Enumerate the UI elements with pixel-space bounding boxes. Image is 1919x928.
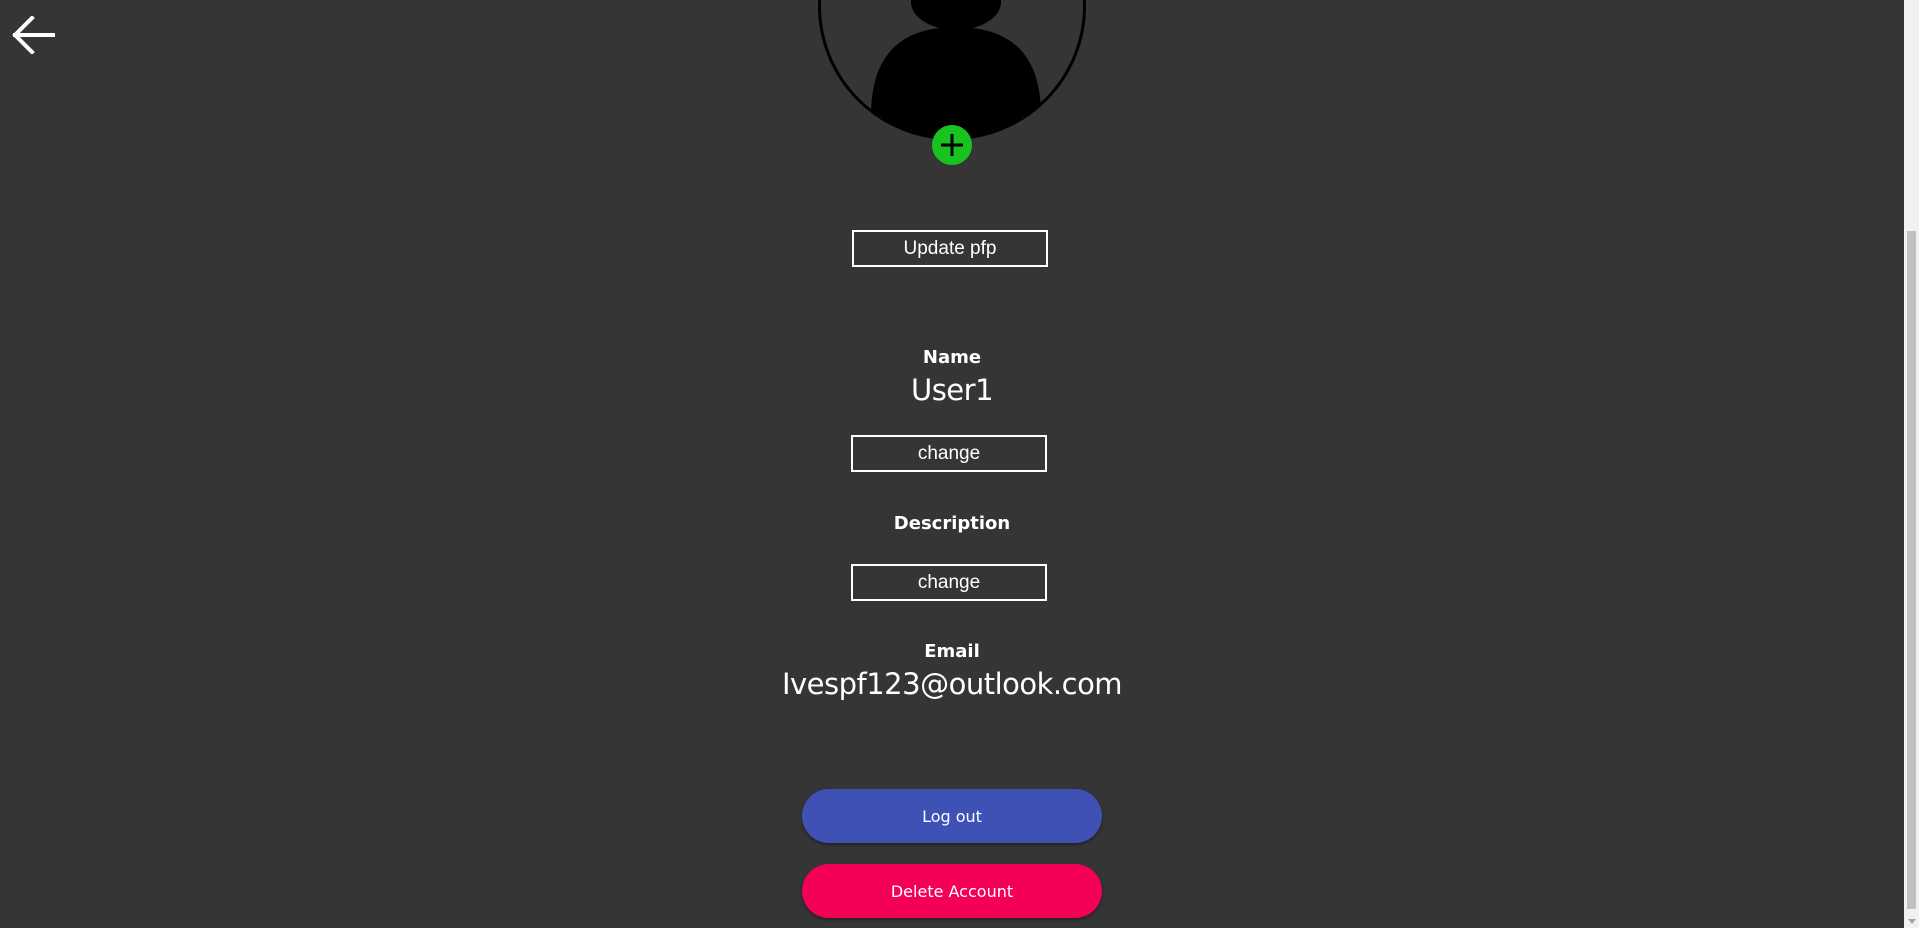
name-label: Name	[922, 347, 982, 368]
logout-button[interactable]: Log out	[802, 789, 1102, 843]
back-button[interactable]	[12, 15, 56, 55]
arrow-left-icon	[12, 15, 55, 55]
user-silhouette-icon	[871, 0, 1041, 137]
update-pfp-button[interactable]: Update pfp	[852, 230, 1048, 267]
change-description-button[interactable]: change	[851, 564, 1047, 601]
name-value: User1	[910, 373, 994, 407]
email-label: Email	[924, 641, 980, 662]
description-label: Description	[893, 513, 1011, 534]
scroll-down-icon[interactable]	[1908, 919, 1916, 924]
profile-page: Update pfp Name User1 change Description…	[0, 0, 1919, 928]
delete-account-button[interactable]: Delete Account	[802, 864, 1102, 918]
scrollbar-thumb[interactable]	[1907, 231, 1916, 909]
add-pfp-button[interactable]	[932, 125, 972, 165]
email-value: Ivespf123@outlook.com	[781, 667, 1123, 701]
change-name-button[interactable]: change	[851, 435, 1047, 472]
avatar	[818, 0, 1086, 140]
scrollbar[interactable]	[1904, 0, 1919, 928]
plus-icon	[941, 134, 963, 156]
